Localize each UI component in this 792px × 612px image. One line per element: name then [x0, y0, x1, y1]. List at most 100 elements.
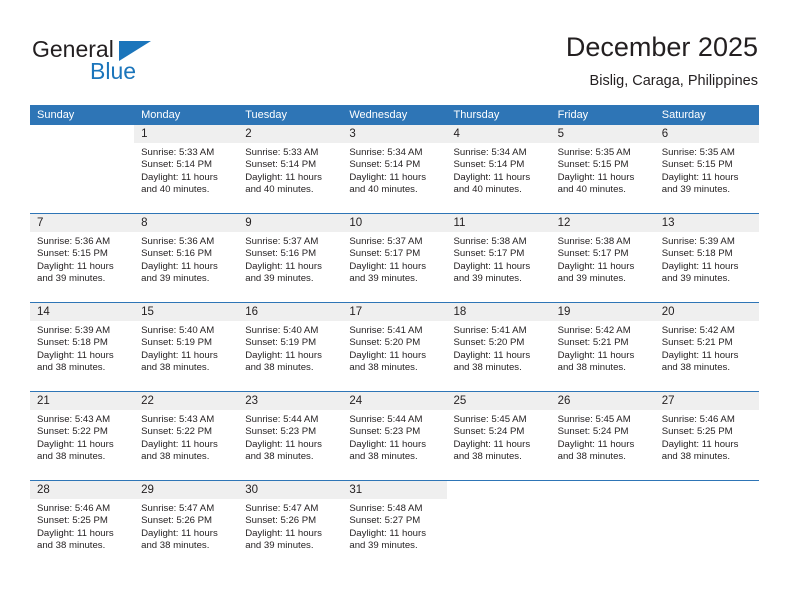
- day-cell[interactable]: [446, 481, 551, 569]
- day-cell[interactable]: 10 Sunrise: 5:37 AM Sunset: 5:17 PM Dayl…: [342, 214, 447, 302]
- sunset-text: Sunset: 5:24 PM: [453, 426, 525, 438]
- sunset-text: Sunset: 5:23 PM: [245, 426, 317, 438]
- daylight-text-line2: and 38 minutes.: [37, 540, 106, 552]
- daylight-text-line2: and 38 minutes.: [349, 451, 418, 463]
- daylight-text-line1: Daylight: 11 hours: [453, 349, 531, 361]
- day-number: 11: [446, 214, 551, 232]
- day-cell[interactable]: 12 Sunrise: 5:38 AM Sunset: 5:17 PM Dayl…: [550, 214, 655, 302]
- sunset-text: Sunset: 5:24 PM: [557, 426, 629, 438]
- day-number: 21: [30, 392, 135, 410]
- day-detail: Sunrise: 5:45 AM Sunset: 5:24 PM Dayligh…: [551, 410, 655, 464]
- sunrise-text: Sunrise: 5:35 AM: [661, 147, 735, 158]
- sunrise-text: Sunrise: 5:45 AM: [453, 414, 527, 425]
- daylight-text-line2: and 40 minutes.: [349, 184, 418, 196]
- day-number: 5: [550, 125, 655, 143]
- sunset-text: Sunset: 5:21 PM: [661, 337, 733, 349]
- day-cell[interactable]: 11 Sunrise: 5:38 AM Sunset: 5:17 PM Dayl…: [446, 214, 551, 302]
- day-cell[interactable]: 23 Sunrise: 5:44 AM Sunset: 5:23 PM Dayl…: [238, 392, 343, 480]
- daylight-text-line2: and 38 minutes.: [245, 362, 314, 374]
- sunrise-text: Sunrise: 5:36 AM: [37, 236, 111, 247]
- day-cell[interactable]: 24 Sunrise: 5:44 AM Sunset: 5:23 PM Dayl…: [342, 392, 447, 480]
- day-cell[interactable]: 19 Sunrise: 5:42 AM Sunset: 5:21 PM Dayl…: [550, 303, 655, 391]
- weekday-header-sunday: Sunday: [37, 109, 75, 121]
- day-cell[interactable]: [550, 481, 655, 569]
- daylight-text-line2: and 38 minutes.: [349, 362, 418, 374]
- day-number: 27: [654, 392, 759, 410]
- day-cell[interactable]: 20 Sunrise: 5:42 AM Sunset: 5:21 PM Dayl…: [654, 303, 759, 391]
- daylight-text-line2: and 38 minutes.: [661, 451, 731, 463]
- sunset-text: Sunset: 5:20 PM: [349, 337, 421, 349]
- day-detail: Sunrise: 5:44 AM Sunset: 5:23 PM Dayligh…: [342, 410, 446, 464]
- daylight-text-line1: Daylight: 11 hours: [141, 438, 218, 450]
- daylight-text-line1: Daylight: 11 hours: [349, 171, 426, 183]
- day-detail: Sunrise: 5:41 AM Sunset: 5:20 PM Dayligh…: [447, 321, 551, 375]
- day-number: 26: [550, 392, 655, 410]
- daylight-text-line1: Daylight: 11 hours: [141, 171, 218, 183]
- day-number: 8: [134, 214, 239, 232]
- day-cell[interactable]: 1 Sunrise: 5:33 AM Sunset: 5:14 PM Dayli…: [134, 125, 239, 213]
- sunrise-text: Sunrise: 5:47 AM: [245, 503, 319, 514]
- sunset-text: Sunset: 5:18 PM: [661, 248, 733, 260]
- sunset-text: Sunset: 5:14 PM: [245, 159, 317, 171]
- sunrise-text: Sunrise: 5:34 AM: [349, 147, 423, 158]
- daylight-text-line1: Daylight: 11 hours: [245, 349, 322, 361]
- sunset-text: Sunset: 5:20 PM: [453, 337, 525, 349]
- day-cell[interactable]: 8 Sunrise: 5:36 AM Sunset: 5:16 PM Dayli…: [134, 214, 239, 302]
- day-cell[interactable]: 2 Sunrise: 5:33 AM Sunset: 5:14 PM Dayli…: [238, 125, 343, 213]
- day-cell[interactable]: 28 Sunrise: 5:46 AM Sunset: 5:25 PM Dayl…: [30, 481, 135, 569]
- day-cell[interactable]: 29 Sunrise: 5:47 AM Sunset: 5:26 PM Dayl…: [134, 481, 239, 569]
- day-number: 15: [134, 303, 239, 321]
- sunset-text: Sunset: 5:17 PM: [453, 248, 525, 260]
- week-row: 21 Sunrise: 5:43 AM Sunset: 5:22 PM Dayl…: [30, 391, 759, 480]
- day-detail: Sunrise: 5:37 AM Sunset: 5:17 PM Dayligh…: [342, 232, 446, 286]
- day-cell[interactable]: 17 Sunrise: 5:41 AM Sunset: 5:20 PM Dayl…: [342, 303, 447, 391]
- day-cell[interactable]: 4 Sunrise: 5:34 AM Sunset: 5:14 PM Dayli…: [446, 125, 551, 213]
- sunrise-text: Sunrise: 5:41 AM: [453, 325, 527, 336]
- daylight-text-line1: Daylight: 11 hours: [349, 349, 426, 361]
- sunset-text: Sunset: 5:16 PM: [245, 248, 317, 260]
- day-cell[interactable]: 31 Sunrise: 5:48 AM Sunset: 5:27 PM Dayl…: [342, 481, 447, 569]
- day-cell[interactable]: 3 Sunrise: 5:34 AM Sunset: 5:14 PM Dayli…: [342, 125, 447, 213]
- sunrise-text: Sunrise: 5:46 AM: [661, 414, 735, 425]
- daylight-text-line2: and 40 minutes.: [557, 184, 626, 196]
- day-cell[interactable]: 7 Sunrise: 5:36 AM Sunset: 5:15 PM Dayli…: [30, 214, 135, 302]
- sunset-text: Sunset: 5:27 PM: [349, 515, 421, 527]
- day-cell[interactable]: 26 Sunrise: 5:45 AM Sunset: 5:24 PM Dayl…: [550, 392, 655, 480]
- sunset-text: Sunset: 5:16 PM: [141, 248, 213, 260]
- day-cell[interactable]: [30, 125, 135, 213]
- day-number: 30: [238, 481, 343, 499]
- day-cell[interactable]: 5 Sunrise: 5:35 AM Sunset: 5:15 PM Dayli…: [550, 125, 655, 213]
- day-cell[interactable]: 27 Sunrise: 5:46 AM Sunset: 5:25 PM Dayl…: [654, 392, 759, 480]
- daylight-text-line1: Daylight: 11 hours: [557, 349, 635, 361]
- page-title: December 2025: [565, 32, 758, 62]
- daylight-text-line1: Daylight: 11 hours: [557, 260, 635, 272]
- day-detail: Sunrise: 5:37 AM Sunset: 5:16 PM Dayligh…: [238, 232, 342, 286]
- daylight-text-line2: and 38 minutes.: [661, 362, 731, 374]
- day-cell[interactable]: 18 Sunrise: 5:41 AM Sunset: 5:20 PM Dayl…: [446, 303, 551, 391]
- day-cell[interactable]: 15 Sunrise: 5:40 AM Sunset: 5:19 PM Dayl…: [134, 303, 239, 391]
- day-cell[interactable]: 9 Sunrise: 5:37 AM Sunset: 5:16 PM Dayli…: [238, 214, 343, 302]
- day-cell[interactable]: 13 Sunrise: 5:39 AM Sunset: 5:18 PM Dayl…: [654, 214, 759, 302]
- day-cell[interactable]: 16 Sunrise: 5:40 AM Sunset: 5:19 PM Dayl…: [238, 303, 343, 391]
- day-number: 2: [238, 125, 343, 143]
- sunrise-text: Sunrise: 5:42 AM: [557, 325, 631, 336]
- day-cell[interactable]: 6 Sunrise: 5:35 AM Sunset: 5:15 PM Dayli…: [654, 125, 759, 213]
- sunset-text: Sunset: 5:21 PM: [557, 337, 629, 349]
- day-cell[interactable]: [654, 481, 759, 569]
- day-cell[interactable]: 30 Sunrise: 5:47 AM Sunset: 5:26 PM Dayl…: [238, 481, 343, 569]
- daylight-text-line1: Daylight: 11 hours: [245, 260, 322, 272]
- day-cell[interactable]: 14 Sunrise: 5:39 AM Sunset: 5:18 PM Dayl…: [30, 303, 135, 391]
- day-cell[interactable]: 21 Sunrise: 5:43 AM Sunset: 5:22 PM Dayl…: [30, 392, 135, 480]
- daylight-text-line1: Daylight: 11 hours: [141, 527, 218, 539]
- weekday-header-friday: Friday: [557, 109, 589, 121]
- sunset-text: Sunset: 5:17 PM: [349, 248, 421, 260]
- day-number: 7: [30, 214, 135, 232]
- brand-logo[interactable]: General Blue: [32, 36, 232, 92]
- day-cell[interactable]: 25 Sunrise: 5:45 AM Sunset: 5:24 PM Dayl…: [446, 392, 551, 480]
- daylight-text-line1: Daylight: 11 hours: [245, 171, 322, 183]
- day-number: [654, 481, 759, 499]
- day-number: 6: [654, 125, 759, 143]
- sunset-text: Sunset: 5:26 PM: [141, 515, 213, 527]
- sunset-text: Sunset: 5:15 PM: [661, 159, 733, 171]
- day-cell[interactable]: 22 Sunrise: 5:43 AM Sunset: 5:22 PM Dayl…: [134, 392, 239, 480]
